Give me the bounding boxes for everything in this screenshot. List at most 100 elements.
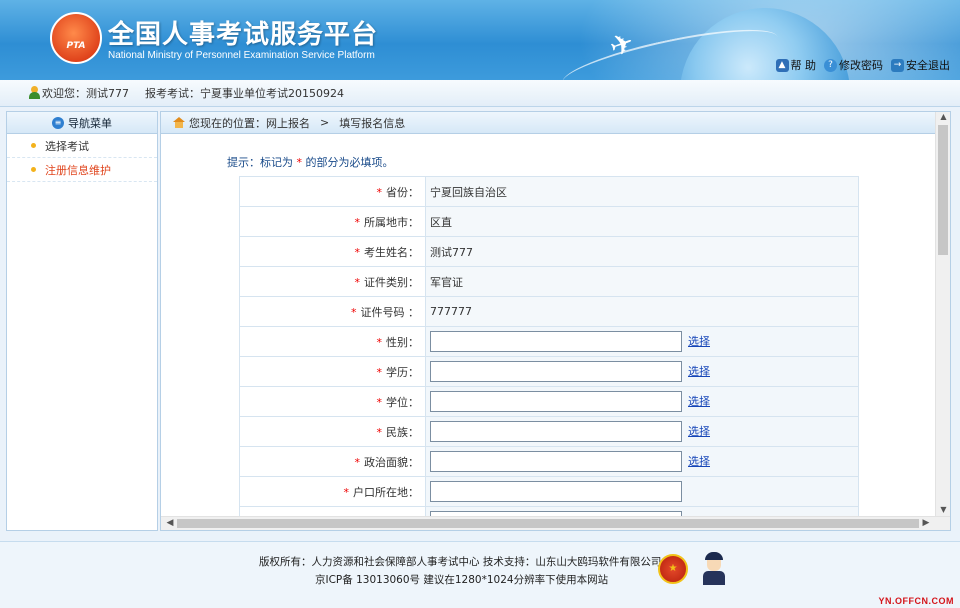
field-label: 学历： <box>386 365 419 379</box>
exam-text: 报考考试：宁夏事业单位考试20150924 <box>145 87 344 100</box>
field-value: 测试777 <box>425 236 859 267</box>
field-label-cell: * 政治面貌： <box>239 446 426 477</box>
required-mark: * <box>376 335 383 349</box>
breadcrumb: 您现在的位置：网上报名 > 填写报名信息 <box>161 112 950 134</box>
breadcrumb-separator: > <box>320 116 330 129</box>
field-value-cell <box>425 476 859 507</box>
required-mark: * <box>354 455 361 469</box>
form-row-name: * 考生姓名： 测试777 <box>239 236 859 267</box>
form-row-education: * 学历： 选择 <box>239 356 859 387</box>
sidebar-item-label: 选择考试 <box>45 139 89 153</box>
bullet-icon <box>31 167 36 172</box>
field-label: 户口所在地： <box>353 485 419 499</box>
sidebar-item-registration-info[interactable]: 注册信息维护 <box>7 158 157 182</box>
menu-icon: ≡ <box>52 116 64 129</box>
political-status-select-link[interactable]: 选择 <box>688 455 710 468</box>
field-label: 性别： <box>386 335 419 349</box>
bullet-icon <box>31 143 36 148</box>
degree-select-link[interactable]: 选择 <box>688 395 710 408</box>
form-row-degree: * 学位： 选择 <box>239 386 859 417</box>
footer: 版权所有：人力资源和社会保障部人事考试中心 技术支持：山东山大鸥玛软件有限公司 … <box>0 541 960 608</box>
vertical-scroll-thumb[interactable] <box>938 125 948 255</box>
field-label-cell: * 学位： <box>239 386 426 417</box>
welcome-text: 欢迎您：测试777 <box>42 87 129 100</box>
required-mark: * <box>354 275 361 289</box>
ethnicity-input[interactable] <box>430 421 682 442</box>
exit-icon: → <box>891 58 904 72</box>
cyber-police-icon[interactable] <box>698 550 730 586</box>
required-mark: * <box>376 185 383 199</box>
field-label-cell: * 民族： <box>239 416 426 447</box>
vertical-scrollbar[interactable]: ▲ ▼ <box>935 112 950 517</box>
police-badge-icon[interactable]: ★ <box>658 554 688 584</box>
field-value-cell: 选择 <box>425 386 859 417</box>
change-password-link[interactable]: ? 修改密码 <box>824 57 883 73</box>
top-links: ▲ 帮 助 ? 修改密码 → 安全退出 <box>775 57 950 73</box>
field-label-cell: * 户口所在地： <box>239 476 426 507</box>
help-label: 帮 助 <box>790 59 817 72</box>
header-banner: ✈ PTA 全国人事考试服务平台 National Ministry of Pe… <box>0 0 960 80</box>
field-value-cell: 选择 <box>425 326 859 357</box>
required-mark: * <box>376 395 383 409</box>
political-status-input[interactable] <box>430 451 682 472</box>
field-value: 区直 <box>425 206 859 237</box>
help-icon: ▲ <box>775 58 789 72</box>
field-label: 考生姓名： <box>364 245 419 259</box>
form-row-id-type: * 证件类别： 军官证 <box>239 266 859 297</box>
gender-select-link[interactable]: 选择 <box>688 335 710 348</box>
form-scroll-area[interactable]: 提示：标记为 * 的部分为必填项。 * 省份： 宁夏回族自治区 * 所属地市： 区直… <box>161 135 937 517</box>
tip-text-end: 的部分为必填项。 <box>302 156 394 169</box>
horizontal-scroll-thumb[interactable] <box>177 519 919 528</box>
field-label: 所属地市： <box>364 215 419 229</box>
welcome-bar: 欢迎您：测试777 报考考试：宁夏事业单位考试20150924 <box>0 80 960 107</box>
breadcrumb-prefix: 您现在的位置：网上报名 <box>189 116 310 130</box>
sidebar-item-label: 注册信息维护 <box>45 163 111 177</box>
scroll-left-icon[interactable]: ◀ <box>163 517 177 530</box>
required-mark: * <box>376 425 383 439</box>
required-mark: * <box>343 485 350 499</box>
form-row-ethnicity: * 民族： 选择 <box>239 416 859 447</box>
field-label: 政治面貌： <box>364 455 419 469</box>
field-label-cell: * 所属地市： <box>239 206 426 237</box>
sidebar: ≡ 导航菜单 选择考试 注册信息维护 <box>6 111 158 531</box>
help-link[interactable]: ▲ 帮 助 <box>775 57 817 73</box>
form-row-political-status: * 政治面貌： 选择 <box>239 446 859 477</box>
change-password-label: 修改密码 <box>839 59 883 72</box>
field-label-cell: * 证件类别： <box>239 266 426 297</box>
required-mark: * <box>354 245 361 259</box>
site-subtitle: National Ministry of Personnel Examinati… <box>108 50 375 61</box>
logo-text: PTA <box>66 41 86 51</box>
sidebar-item-select-exam[interactable]: 选择考试 <box>7 134 157 158</box>
scroll-right-icon[interactable]: ▶ <box>919 517 933 530</box>
form-row-id-number: * 证件号码 ： 777777 <box>239 296 859 327</box>
sidebar-header: ≡ 导航菜单 <box>7 112 157 134</box>
sidebar-title: 导航菜单 <box>68 116 112 130</box>
ethnicity-select-link[interactable]: 选择 <box>688 425 710 438</box>
degree-input[interactable] <box>430 391 682 412</box>
scroll-up-icon[interactable]: ▲ <box>936 112 950 124</box>
site-title: 全国人事考试服务平台 <box>108 20 379 50</box>
question-icon: ? <box>824 58 837 72</box>
field-value-cell: 选择 <box>425 416 859 447</box>
household-input[interactable] <box>430 481 682 502</box>
required-tip: 提示：标记为 * 的部分为必填项。 <box>227 154 394 170</box>
field-label-cell: * 性别： <box>239 326 426 357</box>
logout-label: 安全退出 <box>906 59 950 72</box>
horizontal-scrollbar[interactable]: ◀ ▶ <box>161 516 950 530</box>
field-value: 军官证 <box>425 266 859 297</box>
logout-link[interactable]: → 安全退出 <box>891 57 950 73</box>
education-select-link[interactable]: 选择 <box>688 365 710 378</box>
field-value-cell: 选择 <box>425 446 859 477</box>
gender-input[interactable] <box>430 331 682 352</box>
pta-logo: PTA <box>50 12 102 64</box>
main-panel: 您现在的位置：网上报名 > 填写报名信息 提示：标记为 * 的部分为必填项。 *… <box>160 111 951 531</box>
icp-text: 京ICP备 13013060号 建议在1280*1024分辨率下使用本网站 <box>315 574 609 586</box>
education-input[interactable] <box>430 361 682 382</box>
field-label-cell: * 证件号码 ： <box>239 296 426 327</box>
copyright-text: 版权所有：人力资源和社会保障部人事考试中心 技术支持：山东山大鸥玛软件有限公司 <box>259 556 662 568</box>
watermark: YN.OFFCN.COM <box>878 596 954 606</box>
form-row-gender: * 性别： 选择 <box>239 326 859 357</box>
required-mark: * <box>351 305 357 319</box>
field-label: 证件号码 ： <box>360 305 420 319</box>
field-label-cell: * 省份： <box>239 176 426 207</box>
